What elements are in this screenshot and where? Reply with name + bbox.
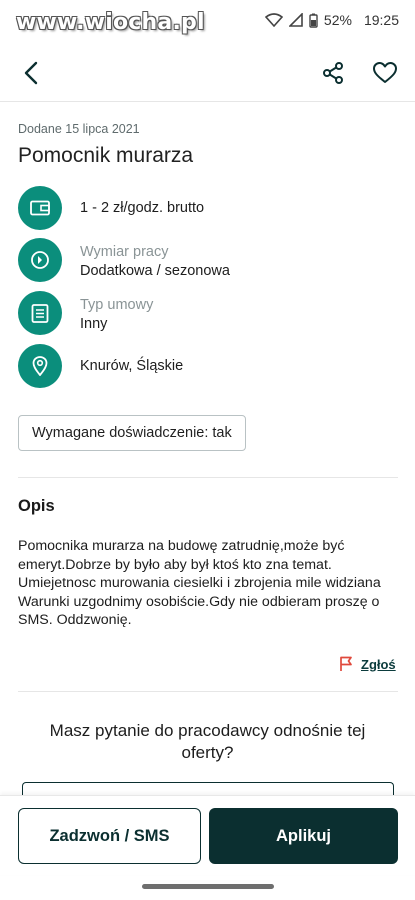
salary-value: 1 - 2 zł/godz. brutto <box>80 200 205 216</box>
description-text: Pomocnika murarza na budowę zatrudnię,mo… <box>18 538 381 628</box>
signal-icon <box>288 13 303 27</box>
flag-icon <box>340 656 352 671</box>
share-button[interactable] <box>318 58 348 88</box>
clock-icon <box>18 238 62 282</box>
report-link[interactable]: Zgłoś <box>339 656 396 672</box>
offer-title: Pomocnik murarza <box>18 144 194 167</box>
status-icons: 52% 19:25 <box>264 12 399 28</box>
location-pin-icon <box>18 344 62 388</box>
status-bar: www.wiocha.pl 52% 19:25 <box>0 0 415 44</box>
divider <box>18 691 398 692</box>
navigation-handle[interactable] <box>142 884 274 889</box>
detail-salary: 1 - 2 zł/godz. brutto <box>18 186 398 230</box>
favorite-button[interactable] <box>370 58 400 88</box>
battery-icon <box>309 13 318 28</box>
report-label: Zgłoś <box>361 656 396 672</box>
work-time-value: Dodatkowa / sezonowa <box>80 263 230 279</box>
call-sms-button[interactable]: Zadzwoń / SMS <box>18 808 201 864</box>
detail-contract: Typ umowy Inny <box>18 291 398 335</box>
back-arrow-icon <box>24 61 38 85</box>
detail-work-time: Wymiar pracy Dodatkowa / sezonowa <box>18 238 398 282</box>
detail-location: Knurów, Śląskie <box>18 344 398 388</box>
wifi-icon <box>264 13 283 27</box>
location-value: Knurów, Śląskie <box>80 358 184 374</box>
bottom-action-bar: Zadzwoń / SMS Aplikuj <box>0 795 415 875</box>
contract-icon <box>18 291 62 335</box>
share-icon <box>323 62 343 84</box>
wallet-icon <box>18 186 62 230</box>
battery-percent: 52% <box>323 12 352 28</box>
watermark: www.wiocha.pl <box>16 10 205 35</box>
app-bar <box>0 44 415 102</box>
back-button[interactable] <box>16 58 46 88</box>
clock-time: 19:25 <box>363 12 399 28</box>
description-heading: Opis <box>18 497 55 515</box>
date-added: Dodane 15 lipca 2021 <box>18 122 140 136</box>
experience-badge: Wymagane doświadczenie: tak <box>18 415 246 451</box>
apply-button[interactable]: Aplikuj <box>209 808 398 864</box>
heart-icon <box>373 62 397 83</box>
divider <box>18 477 398 478</box>
contract-label: Typ umowy <box>80 297 154 313</box>
employer-question-heading: Masz pytanie do pracodawcy odnośnie tej … <box>49 721 366 762</box>
contract-value: Inny <box>80 316 108 332</box>
work-time-label: Wymiar pracy <box>80 244 169 260</box>
